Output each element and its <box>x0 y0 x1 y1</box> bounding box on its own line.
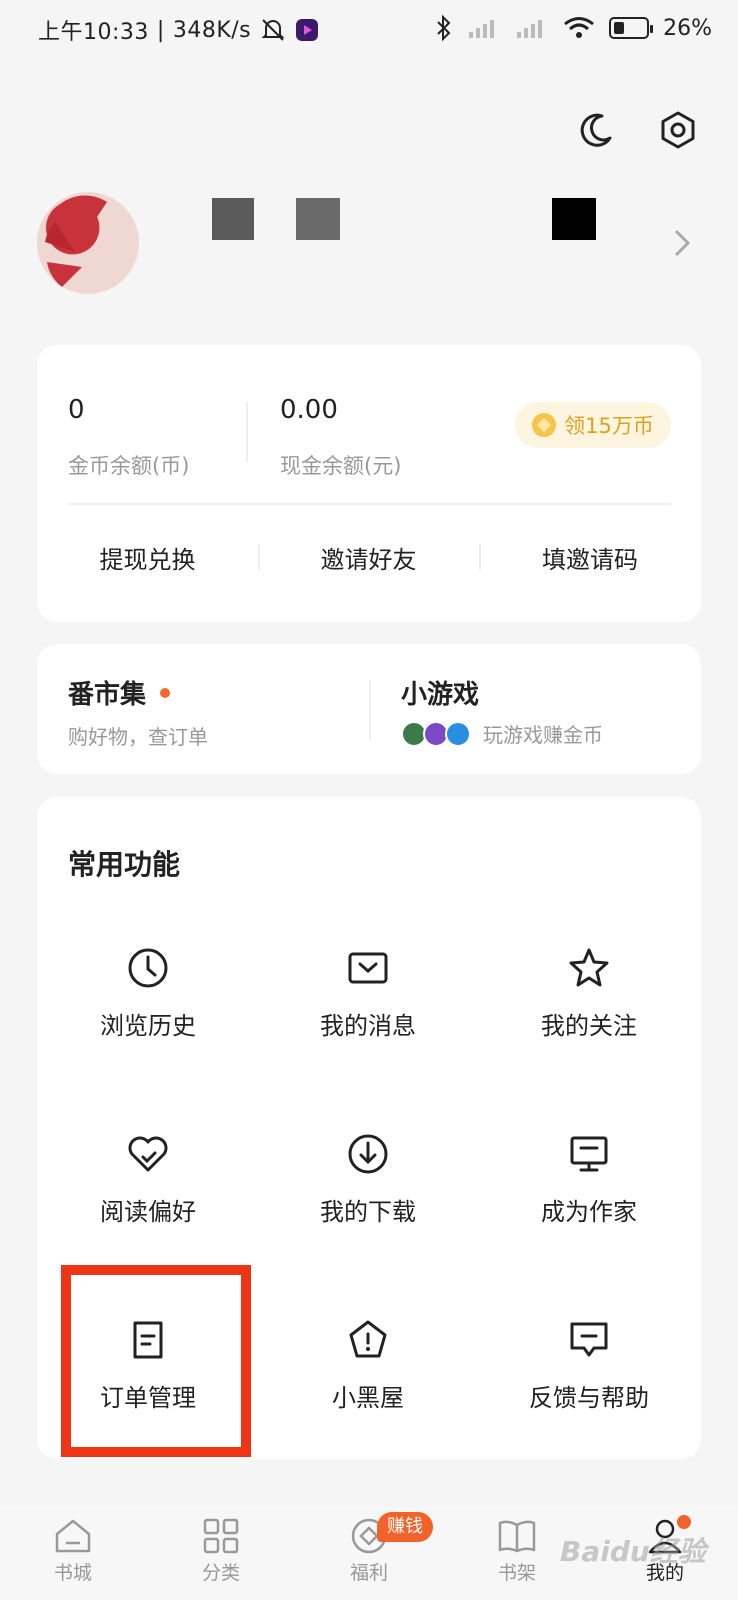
withdraw-button[interactable]: 提现兑换 <box>37 540 258 575</box>
enter-invite-code-button[interactable]: 填邀请码 <box>479 540 701 575</box>
balance-card <box>37 345 701 622</box>
function-messages[interactable]: 我的消息 <box>258 946 478 1041</box>
grid-icon <box>203 1518 239 1554</box>
claim-coins-label: 领15万币 <box>564 414 654 438</box>
nav-label: 分类 <box>201 1562 240 1584</box>
function-label: 我的关注 <box>541 1012 637 1040</box>
function-blackroom[interactable]: 小黑屋 <box>258 1318 478 1413</box>
coin-icon <box>532 413 557 437</box>
chat-feedback-icon <box>570 1322 608 1357</box>
chevron-right-icon[interactable] <box>670 226 694 260</box>
mall-title: 番市集 <box>68 680 147 710</box>
battery-icon <box>609 17 654 39</box>
nav-label: 书架 <box>497 1562 536 1584</box>
night-mode-icon[interactable] <box>576 110 616 150</box>
claim-coins-button[interactable]: 领15万币 <box>515 402 671 448</box>
function-label: 反馈与帮助 <box>529 1384 649 1412</box>
video-app-icon <box>296 19 319 41</box>
heart-check-icon <box>128 1136 168 1172</box>
nav-label: 福利 <box>349 1562 388 1584</box>
mute-bell-icon <box>261 19 285 41</box>
star-icon <box>569 948 609 987</box>
divider <box>68 503 671 505</box>
section-title: 常用功能 <box>68 848 181 881</box>
function-become-writer[interactable]: 成为作家 <box>479 1132 699 1227</box>
monitor-icon <box>570 1136 608 1172</box>
settings-icon[interactable] <box>658 110 698 150</box>
new-dot <box>160 687 171 698</box>
function-history[interactable]: 浏览历史 <box>38 946 258 1041</box>
username-block <box>296 198 340 240</box>
network-speed: 348K/s <box>172 17 252 43</box>
nav-category[interactable]: 分类 <box>171 1516 271 1585</box>
nav-bookshelf[interactable]: 书架 <box>467 1516 567 1585</box>
function-label: 浏览历史 <box>100 1012 196 1040</box>
status-time: 上午10:33 <box>38 20 149 45</box>
status-separator: | <box>156 17 165 43</box>
function-preferences[interactable]: 阅读偏好 <box>38 1132 258 1227</box>
function-label: 我的消息 <box>320 1012 416 1040</box>
battery-level: 26% <box>663 15 712 41</box>
mall-entry[interactable]: 番市集 购好物，查订单 <box>68 674 368 754</box>
function-feedback[interactable]: 反馈与帮助 <box>479 1318 699 1413</box>
highlight-annotation <box>61 1265 251 1457</box>
notification-dot <box>677 1515 691 1529</box>
username-block <box>552 198 596 240</box>
games-entry[interactable]: 小游戏 玩游戏赚金币 <box>401 674 691 754</box>
mall-subtitle: 购好物，查订单 <box>68 725 208 749</box>
wifi-icon <box>564 17 595 38</box>
cash-label: 现金余额(元) <box>280 454 402 478</box>
function-label: 我的下载 <box>320 1198 416 1226</box>
games-subtitle: 玩游戏赚金币 <box>483 723 603 747</box>
download-icon <box>348 1134 388 1174</box>
message-icon <box>348 952 388 984</box>
nav-label: 书城 <box>53 1562 92 1584</box>
game-thumb-icon <box>445 720 471 747</box>
invite-friends-button[interactable]: 邀请好友 <box>258 540 479 575</box>
function-downloads[interactable]: 我的下载 <box>258 1132 478 1227</box>
function-label: 小黑屋 <box>332 1384 404 1412</box>
fan-decoration <box>45 195 107 287</box>
earn-badge: 赚钱 <box>377 1512 433 1542</box>
signal-icon-2 <box>517 20 543 38</box>
divider <box>369 680 371 740</box>
signal-icon <box>469 20 495 38</box>
avatar[interactable] <box>37 192 139 294</box>
function-following[interactable]: 我的关注 <box>479 946 699 1041</box>
nav-bookstore[interactable]: 书城 <box>23 1516 123 1585</box>
username-block <box>212 198 254 240</box>
function-label: 成为作家 <box>541 1198 637 1226</box>
coins-label: 金币余额(币) <box>68 454 190 478</box>
book-icon <box>498 1520 536 1553</box>
clock-icon <box>128 948 168 988</box>
divider <box>246 402 248 462</box>
home-icon <box>55 1519 91 1553</box>
pentagon-alert-icon <box>349 1320 387 1358</box>
function-label: 阅读偏好 <box>100 1198 196 1226</box>
coins-balance: 0 <box>68 395 85 425</box>
status-right: 26% <box>435 14 712 42</box>
cash-balance: 0.00 <box>280 395 338 425</box>
status-left: 上午10:33 | 348K/s <box>38 14 319 46</box>
games-title: 小游戏 <box>401 680 480 710</box>
watermark: Baidu经验 <box>560 1535 706 1568</box>
bluetooth-icon <box>437 14 451 42</box>
